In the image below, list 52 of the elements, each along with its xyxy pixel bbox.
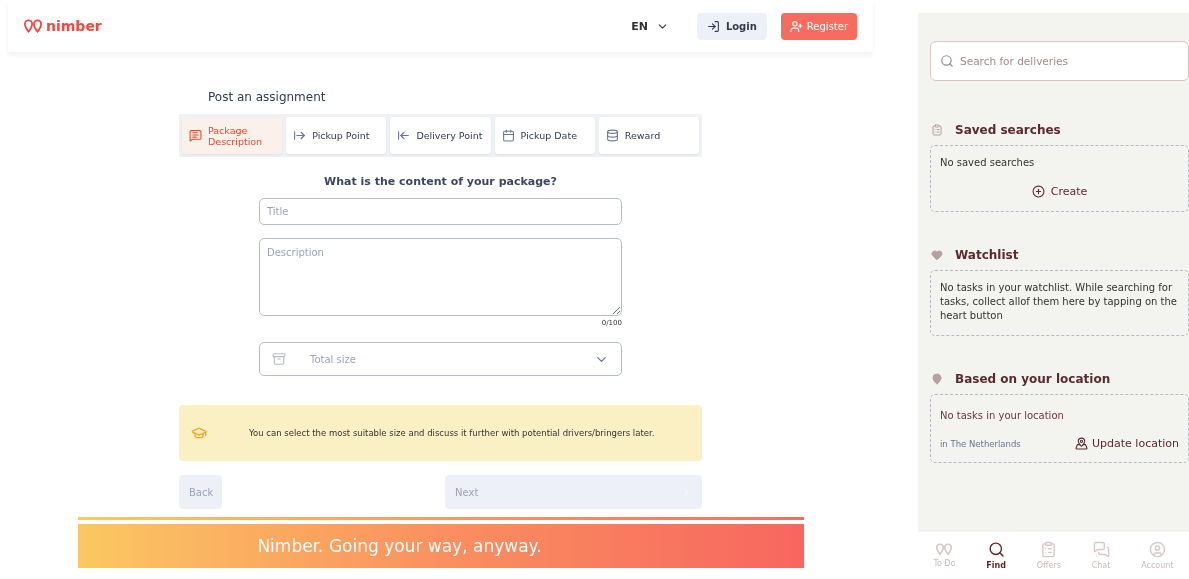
archive-icon [272,352,286,366]
section-title: Based on your location [955,372,1111,386]
arrow-from-line-icon [293,129,307,142]
login-icon [706,19,720,33]
pins-icon [936,543,953,556]
section-title: Saved searches [955,123,1061,137]
step-tab[interactable]: Package Description [182,117,283,154]
map-pin-icon [931,373,943,385]
plus-icon [1031,185,1045,198]
empty-message: No tasks in your watchlist. While searching for tasks, collect allof them here by tapping on the heart button [940,281,1178,323]
user-icon [1148,541,1166,558]
create-button[interactable]: Create [1025,184,1094,199]
update-location-button[interactable]: Update location [1075,437,1179,450]
login-button[interactable]: Login [696,12,767,40]
chat-icon [1092,541,1110,558]
language-selector[interactable]: EN [625,18,675,34]
nav-item[interactable]: Account [1141,541,1174,570]
coins-icon [605,129,619,142]
location-note: in The Netherlands [940,438,1021,449]
clipboard-icon [1040,541,1058,558]
empty-message: No saved searches [940,156,1036,170]
search-icon [987,541,1005,558]
message-icon [189,129,202,142]
clipboard-icon [931,124,943,136]
step-tab[interactable]: Reward [598,117,699,154]
slogan-text: Nimber. Going your way, anyway. [257,536,542,558]
step-tab[interactable]: Pickup Date [494,117,595,154]
logo[interactable]: nimber [24,18,102,34]
nav-item[interactable]: Find [986,541,1006,570]
section-title: Watchlist [955,248,1019,262]
empty-message: No tasks in your location [940,409,1065,423]
calendar-icon [501,129,515,142]
info-text: You can select the most suitable size and discuss it further with potential drivers/bringers later. [249,428,655,438]
form-title: Post an assignment [208,90,327,104]
heart-icon [931,249,943,261]
title-field[interactable]: Title [259,198,622,225]
size-select[interactable]: Total size [259,342,622,376]
step-tab[interactable]: Delivery Point [390,117,491,154]
search-field[interactable]: Search for deliveries [930,41,1189,81]
user-plus-icon [789,19,803,33]
register-button[interactable]: Register [780,12,857,40]
graduation-cap-icon [191,425,207,441]
description-field[interactable]: Description [259,238,622,316]
location-icon [1075,437,1088,450]
question-heading: What is the content of your package? [323,175,558,188]
step-tab[interactable]: Pickup Point [286,117,387,154]
nav-item[interactable]: Chat [1091,541,1111,570]
search-icon [940,54,954,68]
nav-item[interactable]: Offers [1036,541,1061,570]
arrow-to-line-icon [397,129,411,142]
pins-icon [24,18,42,34]
nav-item[interactable]: To Do [933,543,956,568]
